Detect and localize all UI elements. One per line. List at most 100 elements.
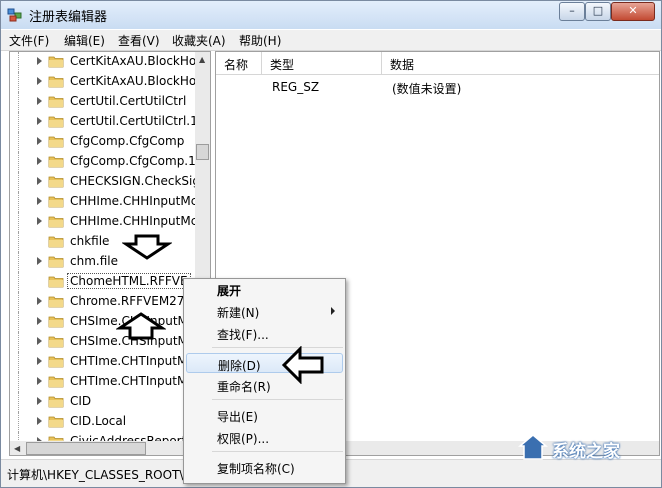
folder-icon	[48, 76, 64, 88]
tree-item[interactable]: CertUtil.CertUtilCtrl.1	[10, 112, 198, 132]
menu-favorites[interactable]: 收藏夹(A)	[172, 32, 226, 49]
column-header-name[interactable]: 名称	[216, 52, 262, 75]
tree-item[interactable]: CHHIme.CHHInputMc	[10, 212, 197, 232]
tree-item[interactable]: CfgComp.CfgComp.1	[10, 152, 196, 172]
expand-arrow-icon[interactable]	[37, 297, 42, 305]
tree-item-label: CHECKSIGN.CheckSig	[70, 174, 200, 188]
expand-arrow-icon[interactable]	[37, 57, 42, 65]
tree-guide-line	[18, 352, 29, 372]
menu-item-find[interactable]: 查找(F)...	[186, 323, 343, 343]
tree-hscroll-thumb[interactable]	[26, 442, 146, 455]
scroll-up-icon[interactable]: ▲	[199, 55, 205, 64]
tree-item[interactable]: CID.Local	[10, 412, 195, 432]
menu-bar: 文件(F) 编辑(E) 查看(V) 收藏夹(A) 帮助(H)	[1, 30, 661, 51]
folder-icon	[48, 276, 64, 288]
folder-icon	[48, 196, 64, 208]
tree-item-label: ChomeHTML.RFFVE	[67, 273, 191, 289]
tree-item[interactable]: CHHIme.CHHInputMc	[10, 192, 197, 212]
tree-item[interactable]: CHSIme.CHSInputM	[10, 312, 195, 332]
tree-guide-line	[18, 292, 29, 312]
menu-file[interactable]: 文件(F)	[9, 32, 49, 49]
expand-arrow-icon[interactable]	[37, 97, 42, 105]
tree-item-label: CID	[70, 394, 92, 408]
tree-item[interactable]: CHTIme.CHTInputM	[10, 352, 195, 372]
menu-view[interactable]: 查看(V)	[118, 32, 160, 49]
tree-item-label: CHTIme.CHTInputM	[70, 374, 188, 388]
expand-arrow-icon[interactable]	[37, 137, 42, 145]
status-path: 计算机\HKEY_CLASSES_ROOT\	[7, 468, 184, 482]
down-arrow-annotation-icon	[122, 234, 172, 260]
menu-help[interactable]: 帮助(H)	[239, 32, 281, 49]
tree-item[interactable]: Chrome.RFFVEM270	[10, 292, 195, 312]
maximize-button[interactable]: □	[585, 2, 611, 21]
tree-item[interactable]: CHECKSIGN.CheckSig	[10, 172, 200, 192]
tree-guide-line	[18, 412, 29, 432]
expand-arrow-icon[interactable]	[37, 77, 42, 85]
title-bar[interactable]: 注册表编辑器 – □ ✕	[1, 1, 661, 29]
expand-arrow-icon[interactable]	[37, 397, 42, 405]
tree-item-label: CertUtil.CertUtilCtrl	[70, 94, 187, 108]
scroll-left-icon[interactable]: ◀	[14, 444, 20, 453]
expand-arrow-icon[interactable]	[37, 197, 42, 205]
tree-item-label: CID.Local	[70, 414, 127, 428]
tree-item[interactable]: CHTIme.CHTInputM	[10, 372, 195, 392]
folder-icon	[48, 116, 64, 128]
tree-guide-line	[18, 392, 29, 412]
tree-item-label: CHTIme.CHTInputM	[70, 354, 188, 368]
menu-separator	[212, 399, 343, 400]
tree-item-label: chkfile	[70, 234, 110, 248]
expand-arrow-icon[interactable]	[37, 177, 42, 185]
tree-item[interactable]: ChomeHTML.RFFVE	[10, 272, 195, 292]
folder-icon	[48, 156, 64, 168]
expand-arrow-icon[interactable]	[37, 317, 42, 325]
folder-icon	[48, 376, 64, 388]
expand-arrow-icon[interactable]	[37, 217, 42, 225]
watermark-text: 系统之家	[552, 442, 620, 462]
registry-tree[interactable]: CertKitAxAU.BlockHo CertKitAxAU.BlockHo Ce…	[9, 51, 211, 456]
menu-item-export[interactable]: 导出(E)	[186, 405, 343, 425]
tree-item[interactable]: CertKitAxAU.BlockHo	[10, 72, 196, 92]
tree-guide-line	[18, 92, 29, 112]
tree-item-label: chm.file	[70, 254, 118, 268]
menu-item-copy-key-name[interactable]: 复制项名称(C)	[186, 457, 343, 477]
tree-item[interactable]: CHSIme.CHSInputM	[10, 332, 195, 352]
tree-horizontal-scrollbar[interactable]: ◀	[10, 441, 210, 455]
menu-item-expand[interactable]: 展开	[186, 279, 343, 299]
expand-arrow-icon[interactable]	[37, 157, 42, 165]
expand-arrow-icon[interactable]	[37, 257, 42, 265]
expand-arrow-icon[interactable]	[37, 117, 42, 125]
tree-guide-line	[18, 232, 29, 252]
expand-arrow-icon[interactable]	[37, 377, 42, 385]
close-button[interactable]: ✕	[611, 2, 655, 21]
folder-icon	[48, 356, 64, 368]
tree-item[interactable]: CfgComp.CfgComp	[10, 132, 195, 152]
expand-arrow-icon[interactable]	[37, 417, 42, 425]
tree-item[interactable]: CertKitAxAU.BlockHo	[10, 52, 196, 72]
minimize-icon: –	[569, 4, 575, 17]
menu-edit[interactable]: 编辑(E)	[64, 32, 105, 49]
tree-item-label: CfgComp.CfgComp	[70, 134, 185, 148]
menu-item-new[interactable]: 新建(N)	[186, 301, 343, 321]
expand-arrow-icon[interactable]	[37, 337, 42, 345]
tree-guide-line	[18, 272, 29, 292]
minimize-button[interactable]: –	[559, 2, 585, 21]
tree-item[interactable]: CertUtil.CertUtilCtrl	[10, 92, 195, 112]
tree-guide-line	[18, 372, 29, 392]
tree-scroll-thumb[interactable]	[196, 144, 209, 160]
folder-icon	[48, 256, 64, 268]
tree-item[interactable]: CID	[10, 392, 195, 412]
column-header-data[interactable]: 数据	[382, 52, 659, 75]
window-title: 注册表编辑器	[29, 10, 108, 25]
expand-arrow-icon[interactable]	[37, 357, 42, 365]
tree-guide-line	[18, 312, 29, 332]
folder-icon	[48, 56, 64, 68]
value-type-cell[interactable]: REG_SZ	[272, 80, 319, 94]
value-data-cell[interactable]: (数值未设置)	[392, 80, 461, 97]
folder-icon	[48, 296, 64, 308]
folder-icon	[48, 176, 64, 188]
menu-item-permissions[interactable]: 权限(P)...	[186, 427, 343, 447]
folder-icon	[48, 236, 64, 248]
folder-icon	[48, 336, 64, 348]
column-header-type[interactable]: 类型	[262, 52, 382, 75]
submenu-arrow-icon	[331, 307, 335, 315]
